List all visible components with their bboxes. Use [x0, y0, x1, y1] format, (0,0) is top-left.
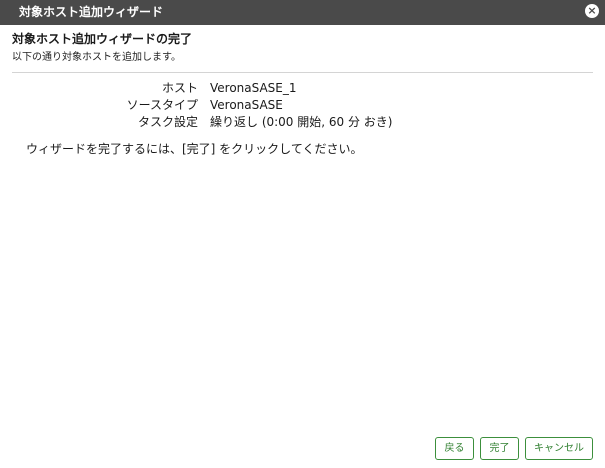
dialog-title: 対象ホスト追加ウィザード	[19, 5, 164, 19]
summary-label: ホスト	[161, 81, 198, 95]
dialog-titlebar: 対象ホスト追加ウィザード ×	[0, 0, 605, 25]
summary-label: タスク設定	[137, 115, 198, 129]
finish-instruction: ウィザードを完了するには、[完了] をクリックしてください。	[26, 142, 363, 156]
wizard-header: 対象ホスト追加ウィザードの完了 以下の通り対象ホストを追加します。	[0, 25, 605, 65]
dialog-footer: 戻る 完了 キャンセル	[435, 437, 593, 460]
cancel-button[interactable]: キャンセル	[525, 437, 593, 460]
finish-button[interactable]: 完了	[480, 437, 519, 460]
header-divider	[12, 72, 593, 73]
page-title: 対象ホスト追加ウィザードの完了	[12, 32, 193, 46]
page-subtitle: 以下の通り対象ホストを追加します。	[12, 52, 181, 63]
wizard-dialog: 対象ホスト追加ウィザード × 対象ホスト追加ウィザードの完了 以下の通り対象ホス…	[0, 0, 605, 468]
summary-value: VeronaSASE_1	[210, 81, 297, 95]
back-button[interactable]: 戻る	[435, 437, 474, 460]
summary-list: ホスト VeronaSASE_1 ソースタイプ VeronaSASE タスク設定…	[0, 80, 605, 131]
summary-value: 繰り返し (0:00 開始, 60 分 おき)	[210, 115, 393, 129]
summary-row-host: ホスト VeronaSASE_1	[0, 80, 605, 97]
close-icon[interactable]: ×	[585, 4, 599, 18]
summary-row-task-setting: タスク設定 繰り返し (0:00 開始, 60 分 おき)	[0, 114, 605, 131]
summary-row-source-type: ソースタイプ VeronaSASE	[0, 97, 605, 114]
summary-value: VeronaSASE	[210, 98, 283, 112]
summary-label: ソースタイプ	[126, 98, 198, 112]
